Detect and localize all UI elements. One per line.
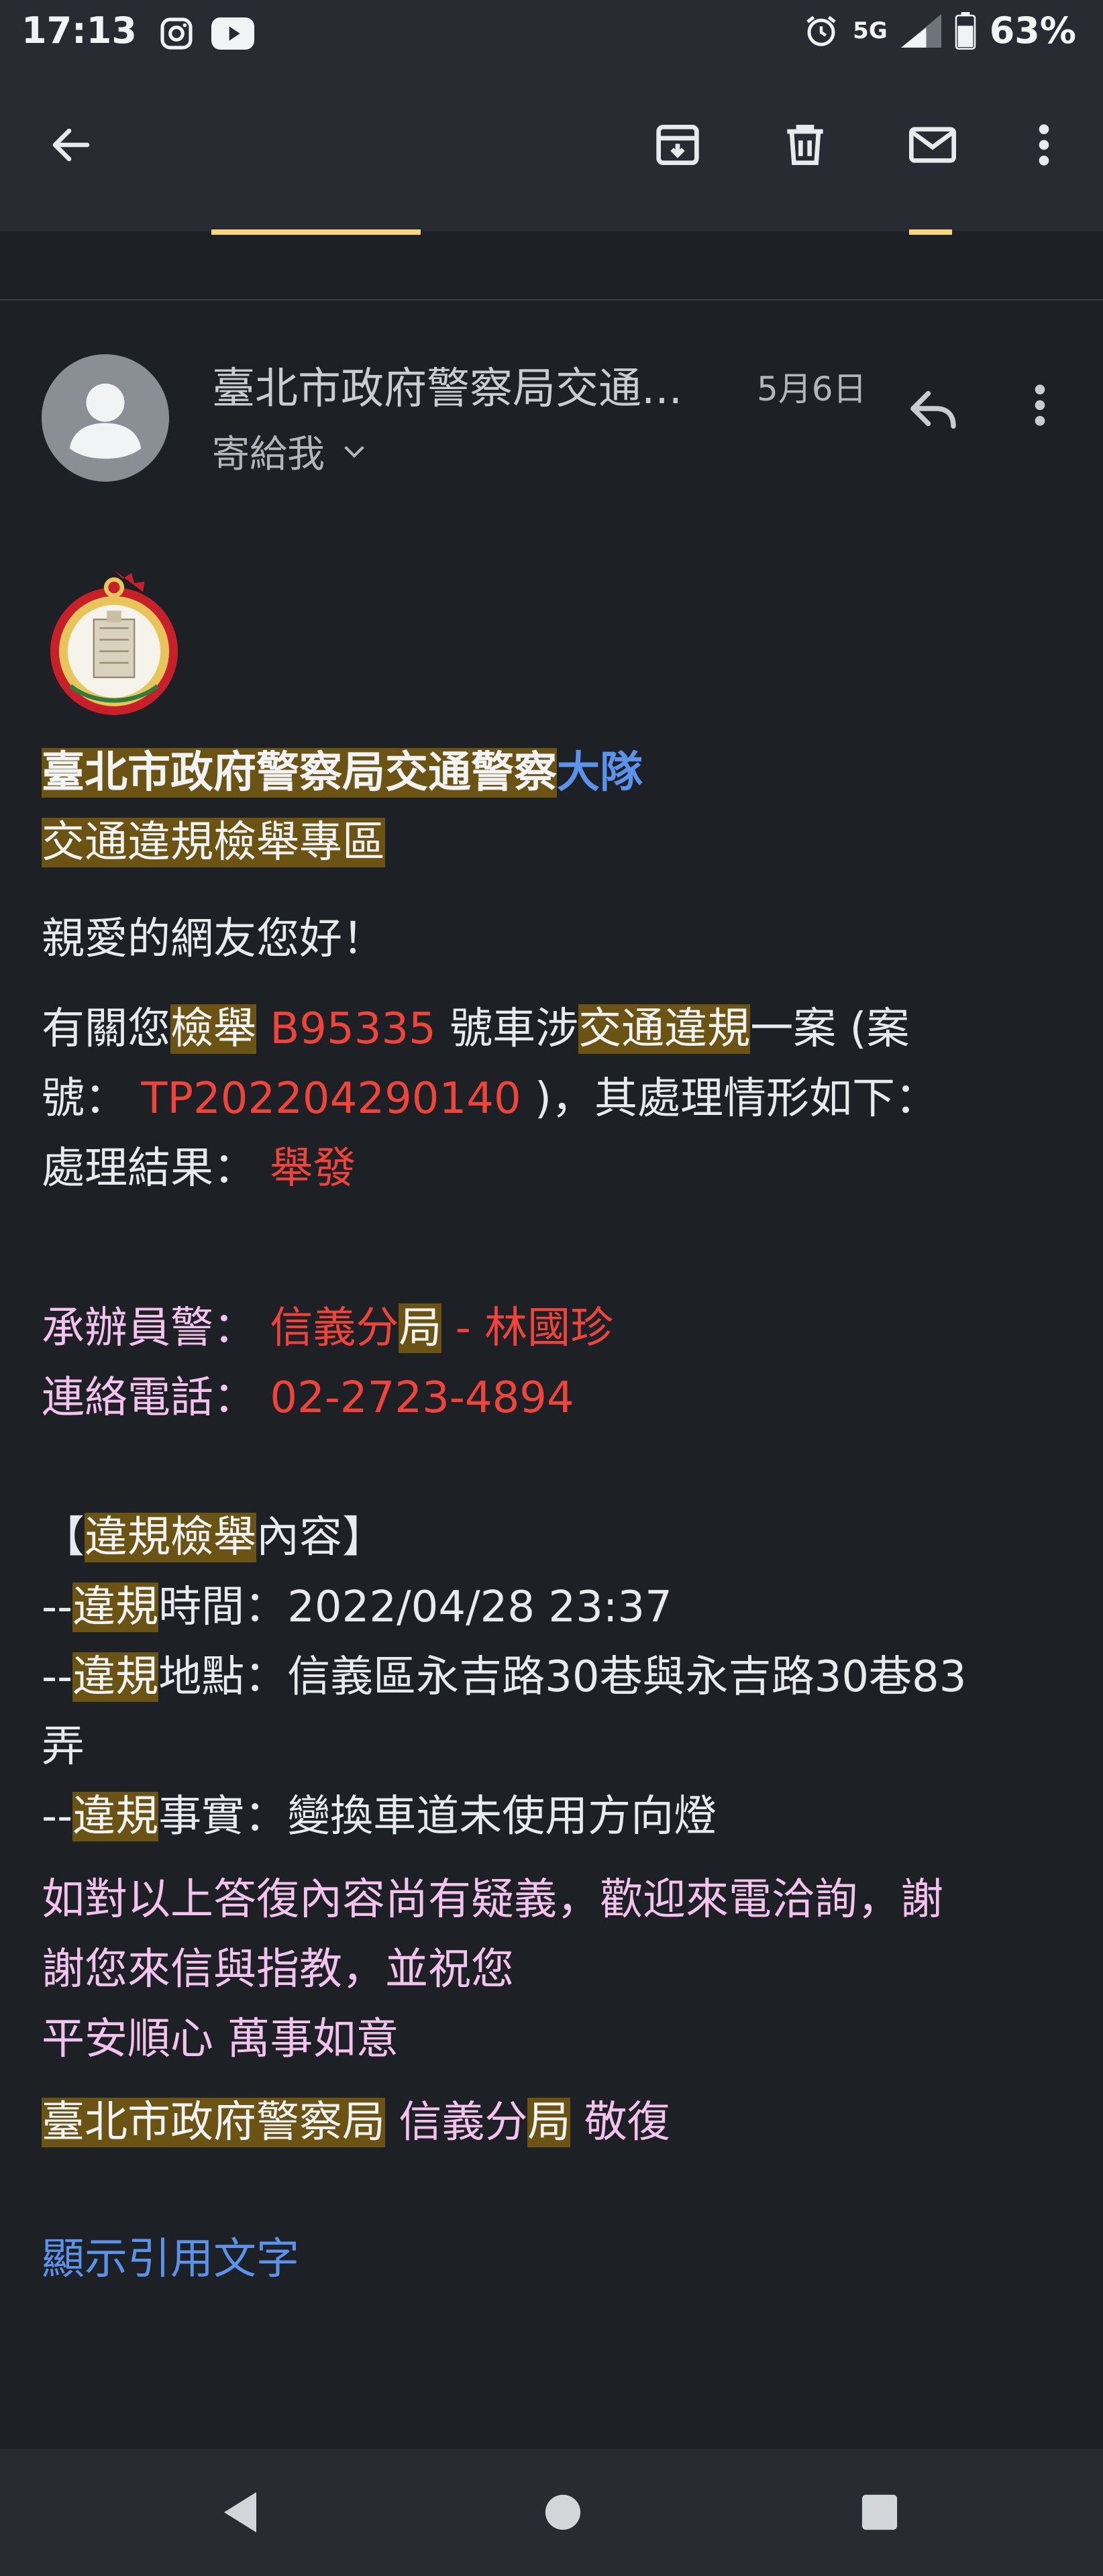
highlight-span: 違規 — [72, 1792, 159, 1841]
officer-name: - 林國珍 — [455, 1303, 614, 1353]
sender-avatar[interactable] — [42, 354, 169, 482]
tab-indicator — [211, 229, 421, 235]
section-title: 交通違規檢舉專區 — [42, 818, 385, 867]
dash: -- — [42, 1582, 73, 1632]
battery-percent: 63% — [989, 9, 1076, 52]
more-options-button[interactable] — [1017, 118, 1071, 172]
text-span: )，其處理情形如下： — [535, 1074, 938, 1124]
network-type: 5G — [853, 17, 888, 44]
nav-back-icon[interactable] — [219, 2490, 262, 2534]
phone-number[interactable]: 02-2723-4894 — [270, 1373, 574, 1423]
highlight-span: 檢舉 — [170, 1004, 256, 1054]
highlight-span: 違規 — [72, 1652, 159, 1702]
violation-block: 【違規檢舉內容】 --違規時間：2022/04/28 23:37 --違規地點：… — [42, 1503, 1068, 1851]
text-span: 內容】 — [256, 1513, 385, 1562]
highlight-span: 局 — [399, 1303, 442, 1353]
recipient-label: 寄給我 — [212, 433, 325, 476]
show-quoted-text-link[interactable]: 顯示引用文字 — [42, 2224, 1068, 2294]
delete-button[interactable] — [778, 118, 832, 172]
signal-icon — [900, 13, 941, 48]
battery-icon — [955, 11, 976, 50]
officer-station: 信義分 — [270, 1303, 399, 1353]
highlight-span: 違規 — [72, 1582, 159, 1632]
email-toolbar — [0, 67, 1103, 231]
fact-label: 事實： — [158, 1792, 288, 1841]
text-span: 號車涉 — [450, 1004, 579, 1054]
nav-recents-icon[interactable] — [860, 2493, 899, 2532]
greeting: 親愛的網友您好！ — [42, 914, 385, 964]
chevron-down-icon — [344, 445, 364, 458]
dash: -- — [42, 1792, 73, 1841]
back-arrow-icon — [52, 128, 90, 162]
alarm-icon — [806, 15, 836, 46]
reply-button[interactable] — [903, 378, 970, 439]
section-line: 交通違規檢舉專區 — [42, 808, 1068, 877]
mark-unread-button[interactable] — [906, 118, 959, 172]
nav-home-icon[interactable] — [543, 2493, 582, 2532]
archive-icon — [656, 125, 699, 165]
result-label: 處理結果： — [42, 1144, 256, 1193]
header-line: 臺北市政府警察局交通警察大隊 — [42, 738, 1068, 808]
highlight-span: 交通違規 — [578, 1004, 751, 1054]
time-label: 時間： — [158, 1582, 288, 1632]
status-time: 17:13 — [21, 9, 137, 52]
result-value: 舉發 — [270, 1144, 356, 1193]
violation-time: 2022/04/28 23:37 — [287, 1582, 672, 1632]
text-span: 【 — [42, 1513, 85, 1562]
violation-fact: 變換車道未使用方向燈 — [287, 1792, 717, 1841]
more-vert-icon — [1039, 124, 1049, 166]
navigation-bar — [0, 2449, 1103, 2576]
status-bar: 17:13 5G 63% — [0, 0, 1103, 67]
email-date: 5月6日 — [757, 370, 867, 409]
archive-button[interactable] — [651, 118, 704, 172]
text-span: 有關您 — [42, 1004, 170, 1054]
signature-end: 敬復 — [584, 2098, 670, 2147]
plate-number: B95335 — [270, 1004, 436, 1054]
police-department-logo — [50, 570, 178, 715]
text-span: 一案 (案 — [750, 1004, 910, 1054]
reply-icon — [910, 390, 956, 429]
header-unit: 大隊 — [557, 748, 643, 798]
recipient-toggle[interactable]: 寄給我 — [212, 424, 368, 478]
highlight-span: 違規檢舉 — [85, 1513, 256, 1562]
person-icon — [69, 383, 142, 459]
closing-line: 謝您來信與指教，並祝您 — [42, 1945, 514, 1994]
more-vert-icon — [1035, 384, 1045, 426]
violation-place: 信義區永吉路30巷與永吉路30巷83 — [287, 1652, 967, 1702]
closing-block: 如對以上答復內容尚有疑義，歡迎來電洽詢，謝 謝您來信與指教，並祝您 平安順心 萬… — [42, 1865, 1068, 2074]
officer-label: 承辦員警： — [42, 1303, 256, 1353]
sender-name[interactable]: 臺北市政府警察局交通... — [212, 354, 682, 416]
instagram-icon — [160, 17, 193, 50]
text-span: 號： — [42, 1074, 127, 1124]
back-button[interactable] — [44, 118, 98, 172]
signature-org: 臺北市政府警察局 — [42, 2098, 385, 2147]
closing-line: 如對以上答復內容尚有疑義，歡迎來電洽詢，謝 — [42, 1875, 943, 1925]
mark-unread-icon — [909, 127, 956, 163]
email-body: 臺北市政府警察局交通警察大隊 交通違規檢舉專區 親愛的網友您好！ 有關您檢舉 B… — [42, 738, 1068, 2294]
delete-icon — [787, 125, 823, 165]
highlight-span: 局 — [527, 2098, 571, 2147]
case-number: TP202204290140 — [141, 1074, 521, 1124]
closing-line: 平安順心 萬事如意 — [42, 2015, 399, 2064]
divider — [0, 299, 1103, 301]
violation-place-cont: 弄 — [42, 1722, 85, 1772]
phone-label: 連絡電話： — [42, 1373, 256, 1423]
dash: -- — [42, 1652, 73, 1702]
youtube-icon — [211, 17, 254, 50]
header-org: 臺北市政府警察局交通警察 — [42, 748, 557, 798]
officer-block: 承辦員警： 信義分局 - 林國珍 連絡電話： 02-2723-4894 — [42, 1293, 1068, 1433]
message-more-button[interactable] — [1027, 378, 1060, 439]
case-paragraph: 有關您檢舉 B95335 號車涉交通違規一案 (案 號： TP202204290… — [42, 994, 1068, 1203]
place-label: 地點： — [158, 1652, 288, 1702]
signature: 臺北市政府警察局 信義分局 敬復 — [42, 2088, 1068, 2157]
tab-indicator-secondary — [909, 229, 952, 235]
signature-station: 信義分 — [399, 2098, 528, 2147]
